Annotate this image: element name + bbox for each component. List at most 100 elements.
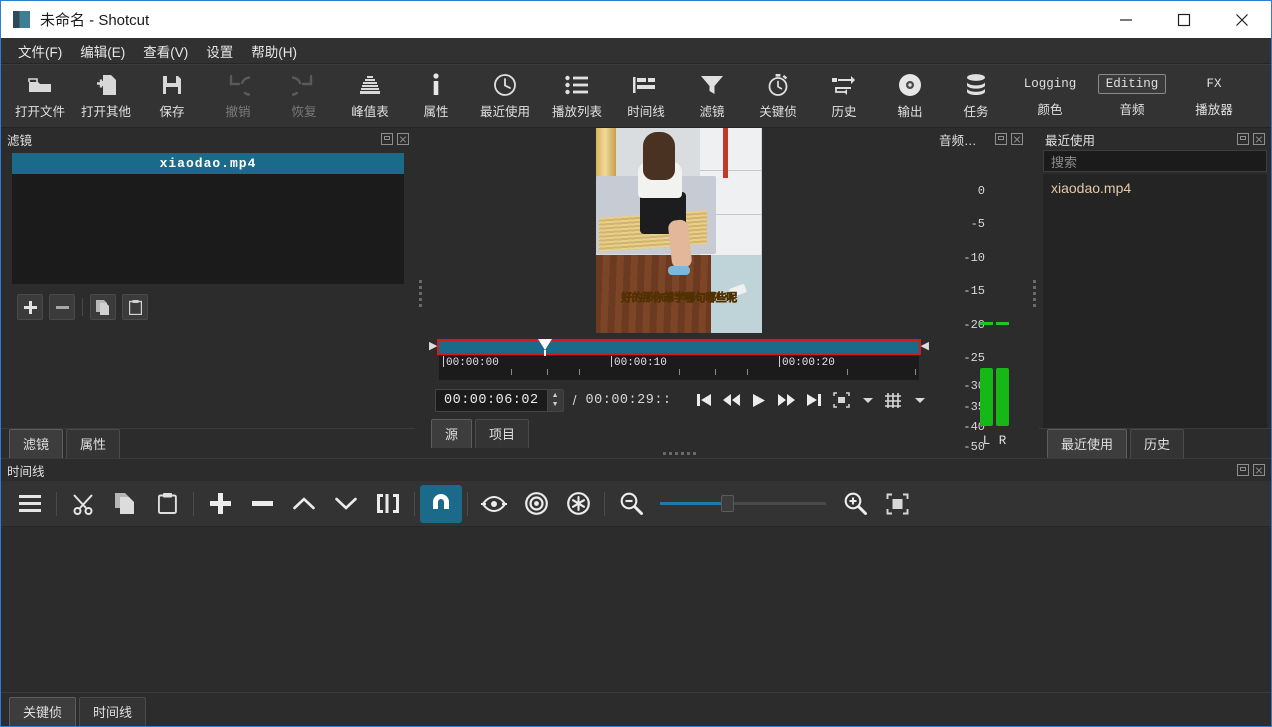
close-button[interactable] [1213,1,1271,38]
playhead[interactable] [538,339,552,350]
lift-button[interactable] [283,485,325,523]
toolbar-jobs-label: 任务 [963,101,988,120]
float-icon[interactable] [1237,133,1249,145]
play-icon[interactable] [752,393,766,408]
toolbar-keyframes-button[interactable]: 关键侦 [745,65,811,127]
toolbar-history-button[interactable]: 历史 [811,65,877,127]
tab-filters[interactable]: 滤镜 [9,429,63,458]
zoom-fit-button[interactable] [876,485,918,523]
float-icon[interactable] [381,133,393,145]
ripple-all-tracks-toggle[interactable] [557,485,599,523]
toolbar-properties-button[interactable]: 属性 [403,65,469,127]
layout-editing-label[interactable]: Editing [1098,74,1167,94]
recent-search-input[interactable]: 搜索 [1043,150,1267,172]
toolbar-filters-label: 滤镜 [699,101,724,120]
timeline-menu-button[interactable] [9,485,51,523]
out-point-marker[interactable]: ◀ [921,341,929,352]
toolbar-timeline-button[interactable]: 时间线 [613,65,679,127]
toolbar-filters-button[interactable]: 滤镜 [679,65,745,127]
tab-keyframes[interactable]: 关键侦 [9,697,76,726]
toolbar-undo-button[interactable]: 撤销 [205,65,271,127]
toolbar-recent-button[interactable]: 最近使用 [469,65,541,127]
fast-forward-icon[interactable] [777,393,795,407]
layout-fx[interactable]: FX 播放器 [1173,65,1255,127]
menu-view[interactable]: 查看(V) [134,38,197,64]
grid-dropdown-icon[interactable] [915,398,925,403]
float-icon[interactable] [995,133,1007,145]
left-splitter[interactable] [415,128,425,458]
ripple-toggle[interactable] [515,485,557,523]
zoom-out-button[interactable] [610,485,652,523]
menu-file[interactable]: 文件(F) [9,38,71,64]
tab-properties[interactable]: 属性 [66,429,120,458]
copy-button[interactable] [104,485,146,523]
float-icon[interactable] [1237,464,1249,476]
tab-source[interactable]: 源 [431,419,472,448]
panel-audio-label[interactable]: 音频 [1119,99,1144,118]
paste-filters-button[interactable] [122,294,148,320]
position-stepper[interactable]: ▲▼ [547,390,563,411]
right-splitter[interactable] [1029,128,1039,458]
add-filter-button[interactable] [17,294,43,320]
skip-next-icon[interactable] [806,393,822,407]
paste-button[interactable] [146,485,188,523]
layout-logging-label[interactable]: Logging [1016,74,1085,94]
zoom-slider-thumb[interactable] [721,495,734,512]
grid-icon[interactable] [884,392,902,409]
close-icon[interactable] [1011,133,1023,145]
tab-recent[interactable]: 最近使用 [1047,429,1127,458]
scrub-bar[interactable] [437,339,920,355]
tab-project[interactable]: 项目 [475,419,529,448]
toolbar-peak-meter-button[interactable]: 峰值表 [337,65,403,127]
close-icon[interactable] [397,133,409,145]
current-position-value[interactable]: 00:00:06:02 [436,390,547,411]
video-frame: 好的那你想学哪句哪些呢 [596,128,762,333]
minimize-button[interactable] [1097,1,1155,38]
scrub-while-dragging-toggle[interactable] [473,485,515,523]
overwrite-button[interactable] [325,485,367,523]
rewind-icon[interactable] [723,393,741,407]
in-point-marker[interactable]: ▶ [429,341,437,352]
split-button[interactable] [367,485,409,523]
menu-help[interactable]: 帮助(H) [242,38,306,64]
toolbar-jobs-button[interactable]: 任务 [943,65,1009,127]
current-position-field[interactable]: 00:00:06:02 ▲▼ [435,389,564,412]
maximize-button[interactable] [1155,1,1213,38]
zoom-in-button[interactable] [834,485,876,523]
close-icon[interactable] [1253,464,1265,476]
ripple-delete-button[interactable] [241,485,283,523]
layout-fx-label[interactable]: FX [1198,74,1229,94]
menu-settings[interactable]: 设置 [197,38,242,64]
tab-timeline[interactable]: 时间线 [79,697,146,726]
snap-toggle[interactable] [420,485,462,523]
toolbar-export-button[interactable]: 输出 [877,65,943,127]
close-icon[interactable] [1253,133,1265,145]
zoom-fit-icon[interactable] [833,392,850,408]
remove-filter-button[interactable] [49,294,75,320]
video-preview[interactable]: 好的那你想学哪句哪些呢 [425,128,933,337]
zoom-dropdown-icon[interactable] [863,398,873,403]
list-item[interactable]: xiaodao.mp4 [1051,180,1259,196]
tab-history[interactable]: 历史 [1130,429,1184,458]
toolbar-redo-button[interactable]: 恢复 [271,65,337,127]
toolbar-open-file-button[interactable]: 打开文件 [7,65,73,127]
player-ruler[interactable]: 00:00:00 00:00:10 00:00:20 [439,356,919,380]
timeline-tracks-area[interactable] [1,527,1271,692]
cut-button[interactable] [62,485,104,523]
copy-filters-button[interactable] [90,294,116,320]
player-dock-grip[interactable] [425,448,933,458]
bottom-dock-tabs: 关键侦 时间线 [1,692,1271,726]
toolbar-open-other-button[interactable]: 打开其他 [73,65,139,127]
skip-previous-icon[interactable] [696,393,712,407]
layout-logging[interactable]: Logging 颜色 [1009,65,1091,127]
menu-edit[interactable]: 编辑(E) [71,38,134,64]
timeline-zoom-slider[interactable] [660,495,826,513]
toolbar-playlist-button[interactable]: 播放列表 [541,65,613,127]
append-button[interactable] [199,485,241,523]
panel-player-label[interactable]: 播放器 [1195,99,1233,118]
recent-file-list[interactable]: xiaodao.mp4 [1043,174,1267,428]
filter-list[interactable] [12,174,404,284]
toolbar-save-button[interactable]: 保存 [139,65,205,127]
layout-editing[interactable]: Editing 音频 [1091,65,1173,127]
panel-color-label[interactable]: 颜色 [1037,99,1062,118]
